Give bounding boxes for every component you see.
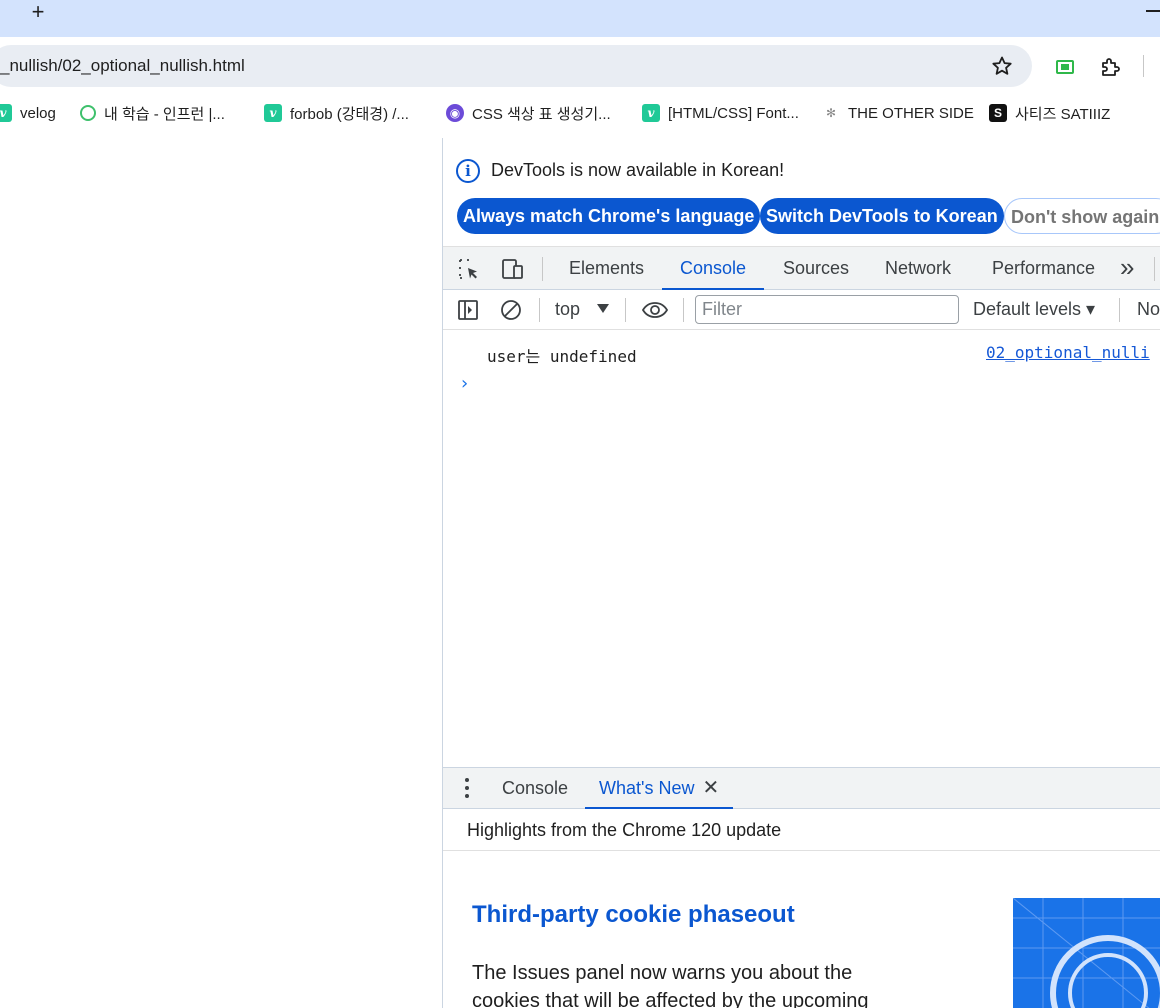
tab-divider <box>1154 257 1155 281</box>
device-toolbar-icon[interactable] <box>500 257 524 281</box>
new-tab-button[interactable]: + <box>26 1 50 25</box>
velog-favicon-icon: v <box>0 104 12 122</box>
toolbar-divider <box>1143 55 1144 77</box>
inflearn-favicon-icon <box>80 105 96 121</box>
bookmark-label: THE OTHER SIDE <box>848 104 974 122</box>
inspect-element-icon[interactable] <box>457 257 481 281</box>
clear-console-icon[interactable] <box>499 298 523 322</box>
chevron-down-icon[interactable] <box>597 304 609 313</box>
velog-favicon-icon: v <box>642 104 660 122</box>
switch-to-korean-button[interactable]: Switch DevTools to Korean <box>760 198 1004 234</box>
bookmark-css-color[interactable]: ◉ CSS 색상 표 생성기... <box>446 102 611 124</box>
whats-new-header: Highlights from the Chrome 120 update <box>443 809 1160 851</box>
infobar-message: DevTools is now available in Korean! <box>491 160 785 180</box>
drawer-tab-console[interactable]: Console <box>502 768 568 809</box>
toolbar-divider <box>683 298 684 322</box>
article-illustration-image <box>1013 898 1160 1008</box>
tab-sources[interactable]: Sources <box>783 247 849 290</box>
satiiiz-favicon-icon: S <box>989 104 1007 122</box>
eye-icon[interactable] <box>641 298 669 322</box>
drawer-tab-label: What's New <box>599 778 695 798</box>
bookmark-label: velog <box>20 104 56 122</box>
url-text[interactable]: _nullish/02_optional_nullish.html <box>0 56 245 76</box>
drawer-tabbar: Console What's New ✕ <box>443 767 1160 809</box>
minimize-icon[interactable] <box>1146 10 1160 12</box>
bookmarks-bar: v velog 내 학습 - 인프런 |... v forbob (강태경) /… <box>0 96 1160 130</box>
screencast-extension-icon[interactable] <box>1053 55 1077 79</box>
tab-divider <box>542 257 543 281</box>
whats-new-subtitle: Highlights from the Chrome 120 update <box>467 820 782 840</box>
toolbar-divider <box>625 298 626 322</box>
page-viewport <box>0 130 442 1008</box>
address-bar[interactable]: _nullish/02_optional_nullish.html <box>0 45 1032 87</box>
language-infobar: i DevTools is now available in Korean! A… <box>443 138 1160 246</box>
console-log-message: user는 undefined <box>487 347 637 366</box>
dont-show-again-button[interactable]: Don't show again <box>1004 198 1160 234</box>
bookmark-label: [HTML/CSS] Font... <box>668 104 799 122</box>
toolbar-divider <box>1119 298 1120 322</box>
article-title[interactable]: Third-party cookie phaseout <box>472 901 795 929</box>
bookmark-inflearn[interactable]: 내 학습 - 인프런 |... <box>80 102 225 124</box>
bookmark-velog[interactable]: v velog <box>0 102 56 124</box>
bookmark-label: forbob (강태경) /... <box>290 105 409 123</box>
log-levels-dropdown[interactable]: Default levels ▾ <box>973 299 1095 320</box>
bookmark-star-icon[interactable] <box>990 54 1014 78</box>
console-log-source-link[interactable]: 02_optional_nulli <box>986 343 1150 362</box>
tab-performance[interactable]: Performance <box>992 247 1095 290</box>
tab-network[interactable]: Network <box>885 247 951 290</box>
issues-counter[interactable]: No <box>1137 299 1160 320</box>
bookmark-satiiiz[interactable]: S 사티즈 SATIIIZ <box>989 102 1110 124</box>
tab-strip: + <box>0 0 1160 37</box>
velog-favicon-icon: v <box>264 104 282 122</box>
drawer-menu-kebab-icon[interactable] <box>465 778 469 800</box>
console-prompt-icon[interactable]: › <box>461 373 468 394</box>
bookmark-label: 내 학습 - 인프런 |... <box>104 105 225 123</box>
toolbar-divider <box>539 298 540 322</box>
article-body: The Issues panel now warns you about the… <box>472 962 869 1008</box>
tab-elements[interactable]: Elements <box>569 247 644 290</box>
bookmark-label: 사티즈 SATIIIZ <box>1015 105 1111 123</box>
info-icon: i <box>456 159 480 183</box>
filter-input[interactable] <box>695 295 959 324</box>
more-tabs-chevron-icon[interactable]: » <box>1120 247 1134 290</box>
bookmark-the-other-side[interactable]: ✻ THE OTHER SIDE <box>822 102 974 124</box>
context-selector[interactable]: top <box>555 299 580 320</box>
sidebar-toggle-icon[interactable] <box>456 298 480 322</box>
drawer-tab-whats-new[interactable]: What's New ✕ <box>585 768 734 809</box>
bookmark-label: CSS 색상 표 생성기... <box>472 105 611 123</box>
tab-console[interactable]: Console <box>662 247 765 290</box>
css-favicon-icon: ◉ <box>446 104 464 122</box>
bookmark-html-css-font[interactable]: v [HTML/CSS] Font... <box>642 102 799 124</box>
console-output: user는 undefined 02_optional_nulli › <box>443 331 1160 767</box>
always-match-language-button[interactable]: Always match Chrome's language <box>457 198 761 234</box>
other-side-favicon-icon: ✻ <box>825 106 837 120</box>
browser-toolbar: _nullish/02_optional_nullish.html <box>0 37 1160 96</box>
bookmark-forbob[interactable]: v forbob (강태경) /... <box>264 102 409 124</box>
whats-new-article: Third-party cookie phaseout The Issues p… <box>443 851 1160 1008</box>
console-toolbar: top Default levels ▾ No <box>443 290 1160 330</box>
devtools-panel: i DevTools is now available in Korean! A… <box>442 138 1160 1008</box>
devtools-tabbar: Elements Console Sources Network Perform… <box>443 246 1160 290</box>
close-icon[interactable]: ✕ <box>702 777 719 799</box>
extensions-puzzle-icon[interactable] <box>1098 55 1122 79</box>
